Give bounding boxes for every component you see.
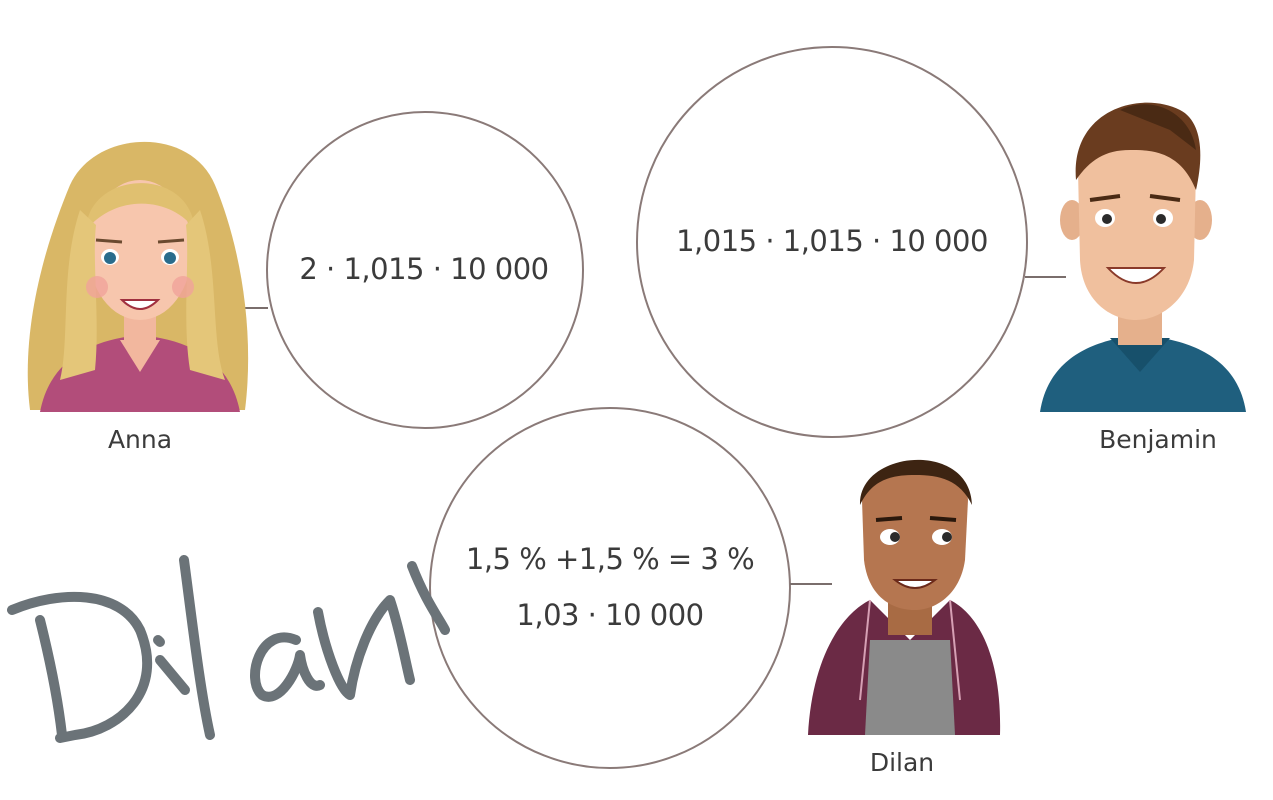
dilan-thought-circle xyxy=(429,407,791,769)
dilan-avatar xyxy=(808,459,1001,735)
dilan-expression-line2: 1,03 · 10 000 xyxy=(516,598,704,632)
handwritten-dilan-scribble xyxy=(7,555,450,743)
illustration-canvas xyxy=(7,46,1246,769)
anna-expression: 2 · 1,015 · 10 000 xyxy=(299,252,549,286)
dilan-name-label: Dilan xyxy=(869,748,935,777)
benjamin-expression: 1,015 · 1,015 · 10 000 xyxy=(676,224,988,258)
benjamin-name-label: Benjamin xyxy=(1099,425,1217,454)
benjamin-avatar xyxy=(1040,102,1246,412)
dilan-expression-line1: 1,5 % +1,5 % = 3 % xyxy=(465,542,755,576)
anna-avatar xyxy=(27,141,249,412)
anna-name-label: Anna xyxy=(107,425,173,454)
